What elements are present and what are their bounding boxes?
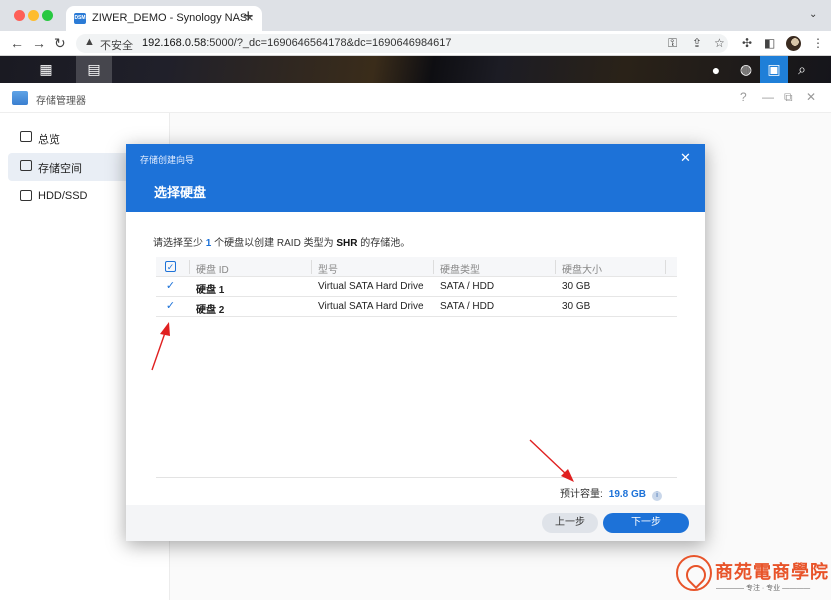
app-window-titlebar: 存储管理器 ? — ⧉ ✕ — [0, 83, 831, 113]
notification-icon[interactable]: ● — [702, 56, 730, 83]
back-icon[interactable]: ← — [10, 35, 24, 51]
warning-icon: ▲ — [84, 36, 95, 48]
user-icon[interactable]: ◍ — [732, 56, 760, 83]
window-zoom-dot[interactable] — [42, 10, 53, 21]
row-checkbox[interactable]: ✓ — [165, 301, 176, 312]
table-header-row: ✓ 硬盘 ID 型号 硬盘类型 硬盘大小 — [156, 257, 677, 277]
previous-button[interactable]: 上一步 — [542, 513, 598, 533]
sidebar-item-label: 存储空间 — [38, 163, 82, 175]
not-secure-label[interactable]: 不安全 — [100, 37, 133, 53]
select-all-checkbox[interactable]: ✓ — [165, 261, 176, 272]
instruction-text: 请选择至少 1 个硬盘以创建 RAID 类型为 SHR 的存储池。 — [153, 238, 411, 249]
app-title: 存储管理器 — [36, 96, 86, 107]
chevron-down-icon[interactable]: ⌄ — [809, 9, 817, 20]
browser-toolbar: ← → ↻ ▲ 不安全 192.168.0.58:5000/?_dc=16906… — [0, 31, 831, 56]
divider — [156, 477, 677, 478]
dialog-footer: 上一步 下一步 — [126, 505, 705, 541]
column-header[interactable]: 硬盘类型 — [440, 261, 480, 276]
watermark-brand: 商苑電商學院 — [715, 562, 829, 583]
column-header[interactable]: 硬盘大小 — [562, 261, 602, 276]
storage-manager-taskbar-icon[interactable]: ▤ — [76, 56, 112, 83]
estimated-capacity: 预计容量: 19.8 GB i — [560, 485, 663, 501]
kebab-menu-icon[interactable]: ⋮ — [812, 36, 824, 50]
browser-tab[interactable]: DSM ZIWER_DEMO - Synology NAS × — [66, 6, 262, 31]
extensions-icon[interactable]: ✣ — [742, 36, 752, 50]
dialog-close-icon[interactable]: ✕ — [680, 150, 691, 166]
sidepanel-icon[interactable]: ◧ — [764, 36, 775, 50]
disk-table: ✓ 硬盘 ID 型号 硬盘类型 硬盘大小 ✓ 硬盘 1 Virtual SATA… — [156, 257, 677, 317]
search-icon[interactable]: ⌕ — [788, 56, 816, 83]
table-row[interactable]: ✓ 硬盘 2 Virtual SATA Hard Drive SATA / HD… — [156, 297, 677, 317]
widgets-icon[interactable]: ▣ — [760, 56, 788, 83]
close-icon[interactable]: ✕ — [806, 90, 816, 104]
sidebar-item-label: 总览 — [38, 134, 60, 146]
storage-manager-icon — [12, 91, 28, 105]
column-header[interactable]: 型号 — [318, 261, 338, 276]
tab-title: ZIWER_DEMO - Synology NAS — [92, 12, 248, 24]
wizard-title: 存储创建向导 — [140, 155, 195, 165]
browser-tab-strip: DSM ZIWER_DEMO - Synology NAS × + ⌄ — [0, 0, 831, 31]
main-menu-icon[interactable]: ▦ — [28, 56, 64, 83]
star-icon[interactable]: ☆ — [714, 36, 725, 50]
table-row[interactable]: ✓ 硬盘 1 Virtual SATA Hard Drive SATA / HD… — [156, 277, 677, 297]
capacity-value: 19.8 GB — [608, 489, 647, 500]
disk-icon — [20, 190, 32, 201]
profile-avatar[interactable] — [786, 36, 801, 51]
address-bar[interactable]: ▲ 不安全 192.168.0.58:5000/?_dc=16906465641… — [76, 34, 728, 53]
restore-icon[interactable]: ⧉ — [784, 90, 793, 105]
share-icon[interactable]: ⇪ — [692, 36, 702, 50]
watermark-tagline: ———— 专注 · 专业 ———— — [716, 585, 811, 592]
dsm-taskbar: ▦ ▤ ● ◍ ▣ ⌕ — [0, 56, 831, 83]
dsm-favicon-icon: DSM — [74, 13, 86, 24]
column-header[interactable]: 硬盘 ID — [196, 261, 229, 276]
watermark-seal-icon — [676, 555, 712, 591]
window-close-dot[interactable] — [14, 10, 25, 21]
dialog-header: 存储创建向导 ✕ 选择硬盘 — [126, 144, 705, 212]
next-button[interactable]: 下一步 — [603, 513, 689, 533]
new-tab-icon[interactable]: + — [243, 6, 254, 27]
url-text: 192.168.0.58:5000/?_dc=1690646564178&dc=… — [142, 37, 452, 49]
window-minimize-dot[interactable] — [28, 10, 39, 21]
overview-icon — [20, 131, 32, 142]
sidebar-item-label: HDD/SSD — [38, 190, 88, 202]
storage-wizard-dialog: 存储创建向导 ✕ 选择硬盘 请选择至少 1 个硬盘以创建 RAID 类型为 SH… — [126, 144, 705, 541]
forward-icon[interactable]: → — [32, 35, 46, 51]
key-icon[interactable]: ⚿ — [668, 36, 677, 51]
reload-icon[interactable]: ↻ — [54, 35, 66, 52]
minimize-icon[interactable]: — — [762, 90, 774, 104]
row-checkbox[interactable]: ✓ — [165, 281, 176, 292]
storage-icon — [20, 160, 32, 171]
capacity-label: 预计容量: — [560, 489, 603, 500]
info-icon[interactable]: i — [652, 491, 663, 501]
help-icon[interactable]: ? — [740, 90, 747, 104]
step-title: 选择硬盘 — [154, 185, 207, 200]
